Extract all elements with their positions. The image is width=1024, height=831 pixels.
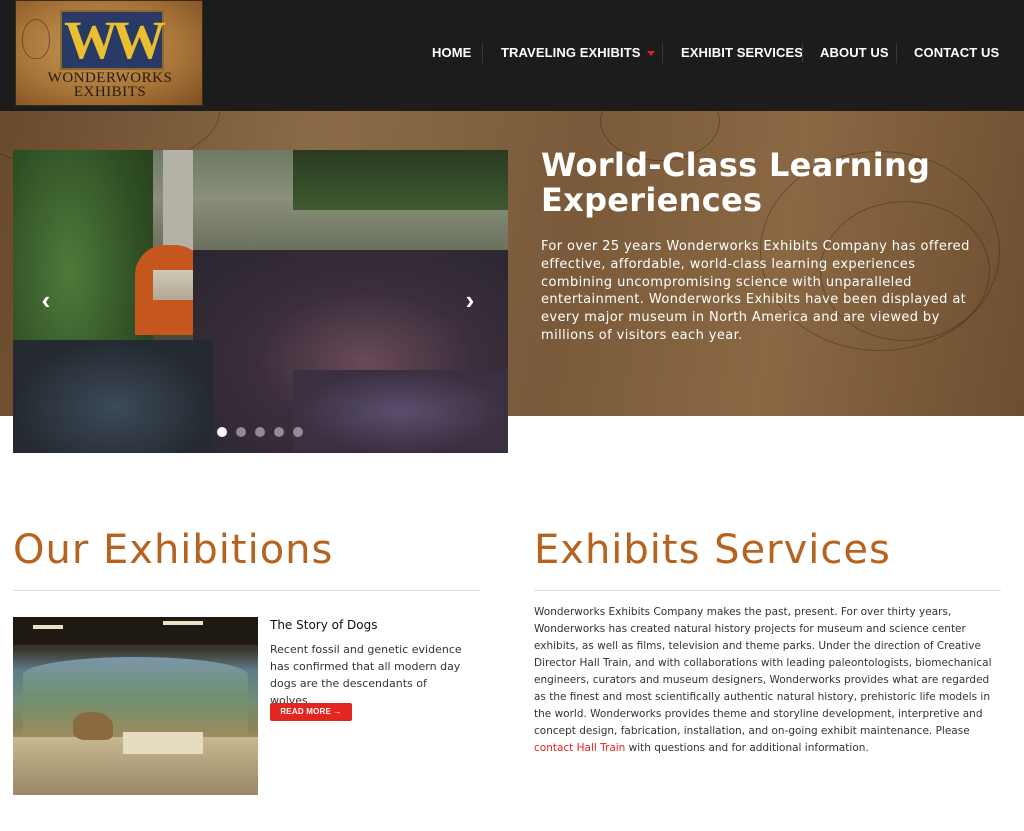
exhibitions-heading: Our Exhibitions	[13, 527, 334, 573]
services-text-part-1: Wonderworks Exhibits Company makes the p…	[534, 606, 992, 737]
arrow-right-icon: →	[333, 707, 342, 716]
chevron-right-icon[interactable]: ›	[462, 287, 478, 313]
exhibit-title[interactable]: The Story of Dogs	[270, 618, 377, 632]
read-more-button[interactable]: READ MORE →	[270, 703, 352, 721]
logo-mark: WW	[64, 10, 166, 70]
site-header: WW WONDERWORKS EXHIBITS HOME TRAVELING E…	[0, 0, 1024, 111]
nav-about-us[interactable]: ABOUT US	[820, 44, 889, 62]
hero-title: World-Class Learning Experiences	[541, 146, 931, 219]
slide-indicators	[217, 427, 303, 437]
dropdown-caret-icon	[646, 51, 655, 57]
services-heading: Exhibits Services	[534, 527, 891, 573]
slide-dot[interactable]	[274, 427, 284, 437]
services-text-part-2: with questions and for additional inform…	[625, 742, 869, 754]
logo-line-2: EXHIBITS	[73, 84, 147, 100]
nav-divider	[802, 43, 803, 63]
nav-home[interactable]: HOME	[432, 44, 471, 62]
nav-divider	[896, 43, 897, 63]
nav-traveling-exhibits[interactable]: TRAVELING EXHIBITS	[501, 44, 655, 62]
slide-dot[interactable]	[255, 427, 265, 437]
divider	[534, 590, 1001, 591]
logo-line-1: WONDERWORKS	[47, 70, 173, 86]
nav-contact-us[interactable]: CONTACT US	[914, 44, 999, 62]
insect-icon	[22, 19, 50, 59]
nav-divider	[662, 43, 663, 63]
services-description: Wonderworks Exhibits Company makes the p…	[534, 604, 999, 757]
site-logo[interactable]: WW WONDERWORKS EXHIBITS	[15, 0, 203, 106]
read-more-label: READ MORE	[280, 707, 332, 716]
exhibit-thumbnail[interactable]	[13, 617, 258, 795]
slide-dot[interactable]	[217, 427, 227, 437]
exhibit-description: Recent fossil and genetic evidence has c…	[270, 643, 462, 707]
contact-hall-train-link[interactable]: contact Hall Train	[534, 742, 625, 754]
hero-description: For over 25 years Wonderworks Exhibits C…	[541, 239, 970, 343]
hero-slide-image	[13, 150, 508, 453]
nav-traveling-label: TRAVELING EXHIBITS	[501, 45, 641, 60]
nav-exhibit-services[interactable]: EXHIBIT SERVICES	[681, 44, 803, 62]
nav-divider	[482, 43, 483, 63]
divider	[13, 590, 480, 591]
slide-dot[interactable]	[293, 427, 303, 437]
chevron-left-icon[interactable]: ‹	[38, 287, 54, 313]
logo-wordmark: WONDERWORKS EXHIBITS	[16, 70, 202, 100]
slide-dot[interactable]	[236, 427, 246, 437]
